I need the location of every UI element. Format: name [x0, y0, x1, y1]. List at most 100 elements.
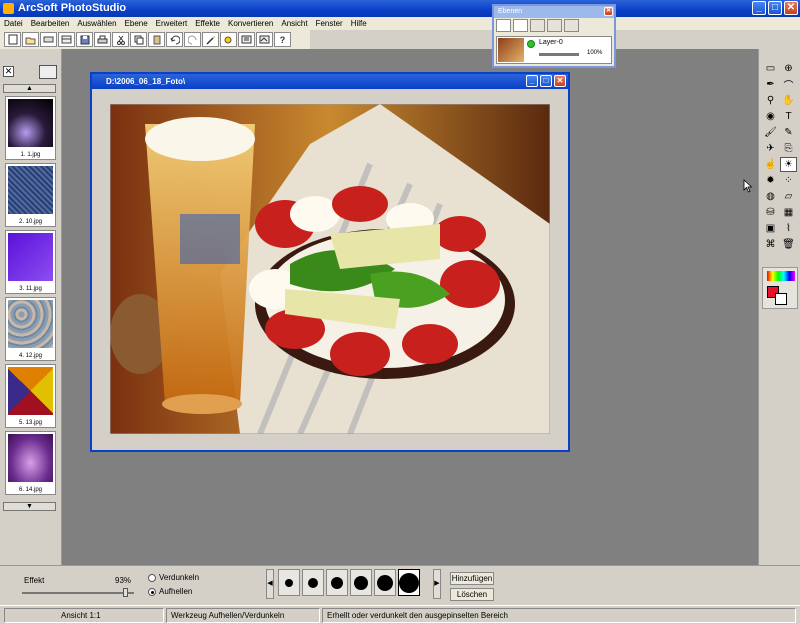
undo-icon[interactable] [166, 32, 183, 47]
brush-size-option[interactable] [278, 569, 300, 596]
dodge-icon[interactable]: ☀ [780, 157, 797, 172]
brush-dot [308, 577, 318, 588]
menu-ebene[interactable]: Ebene [121, 19, 152, 28]
menu-datei[interactable]: Datei [0, 19, 27, 28]
wand-icon[interactable] [202, 32, 219, 47]
thumbnail-item[interactable]: 4. 12.jpg [5, 297, 56, 361]
effect-slider-thumb[interactable] [123, 588, 129, 597]
open-icon[interactable] [22, 32, 39, 47]
add-button[interactable]: Hinzufügen [450, 572, 494, 585]
print-icon[interactable] [94, 32, 111, 47]
layer-props-icon[interactable] [547, 19, 562, 32]
monitor-icon[interactable] [39, 65, 57, 79]
close-button[interactable]: ✕ [784, 1, 798, 15]
layers-titlebar: Ebenen ✕ [494, 6, 614, 18]
save-icon[interactable] [76, 32, 93, 47]
doc-close-button[interactable]: ✕ [554, 75, 566, 87]
crosshair-icon[interactable]: ⊕ [780, 61, 797, 76]
menu-fenster[interactable]: Fenster [312, 19, 347, 28]
sponge-icon[interactable]: ◍ [762, 189, 779, 204]
warp-icon[interactable]: ⌘ [762, 237, 779, 252]
marquee-icon[interactable]: ▭ [762, 61, 779, 76]
resize-icon[interactable] [256, 32, 273, 47]
doc-minimize-button[interactable]: _ [526, 75, 538, 87]
cut-icon[interactable] [112, 32, 129, 47]
scan-icon[interactable] [40, 32, 57, 47]
hand-icon[interactable]: ✋ [780, 93, 797, 108]
brush-scroll-left[interactable]: ◀ [266, 569, 274, 599]
brush-size-option[interactable] [326, 569, 348, 596]
new-layer-icon[interactable] [496, 19, 511, 32]
radio-circle[interactable] [148, 573, 156, 582]
opacity-slider[interactable] [539, 53, 579, 56]
minimize-button[interactable]: _ [752, 1, 766, 15]
menu-erweitert[interactable]: Erweitert [152, 19, 192, 28]
thumbnail-item[interactable]: 3. 11.jpg [5, 230, 56, 294]
crop-icon[interactable] [238, 32, 255, 47]
brush-size-option[interactable] [302, 569, 324, 596]
burn-icon[interactable]: ✹ [762, 173, 779, 188]
menu-effekte[interactable]: Effekte [191, 19, 224, 28]
status-hint: Erhellt oder verdunkelt den ausgepinselt… [322, 608, 796, 623]
menu-auswaehlen[interactable]: Auswählen [73, 19, 120, 28]
layer-icon[interactable] [220, 32, 237, 47]
thumbnail-image [8, 300, 53, 348]
stamp-icon[interactable]: ▣ [762, 221, 779, 236]
brush-size-option[interactable] [398, 569, 420, 596]
acquire-icon[interactable] [58, 32, 75, 47]
layer-row[interactable]: Layer-0 100% [496, 36, 612, 64]
delete-layer-icon[interactable] [564, 19, 579, 32]
color-palette[interactable] [767, 271, 795, 281]
brush-dot [399, 572, 419, 593]
document-canvas[interactable] [109, 103, 551, 436]
album-scroll-down[interactable]: ▼ [3, 502, 56, 511]
clone-icon[interactable]: ⎘ [780, 141, 797, 156]
menu-bearbeiten[interactable]: Bearbeiten [27, 19, 74, 28]
layers-close-button[interactable]: ✕ [604, 7, 613, 16]
zoom-icon[interactable]: ⚲ [762, 93, 779, 108]
visibility-icon[interactable] [527, 40, 535, 48]
brush-size-option[interactable] [350, 569, 372, 596]
close-album-button[interactable]: ✕ [3, 66, 14, 77]
gradient-icon[interactable]: ▦ [780, 205, 797, 220]
album-scroll-up[interactable]: ▲ [3, 84, 56, 93]
delete-button[interactable]: Löschen [450, 588, 494, 601]
pen-icon[interactable]: ✒ [762, 77, 779, 92]
eye-icon[interactable]: ◉ [762, 109, 779, 124]
smudge-icon[interactable]: ☝ [762, 157, 779, 172]
thumbnail-item[interactable]: 5. 13.jpg [5, 364, 56, 428]
radio-darken[interactable]: Verdunkeln [148, 573, 199, 582]
brush-icon[interactable]: 🖌 [762, 125, 779, 140]
radio-circle-checked[interactable] [148, 587, 156, 596]
paste-icon[interactable] [148, 32, 165, 47]
new-file-icon[interactable] [4, 32, 21, 47]
brush-scroll-right[interactable]: ▶ [433, 569, 441, 599]
radio-lighten[interactable]: Aufhellen [148, 587, 192, 596]
bucket-icon[interactable]: ⛁ [762, 205, 779, 220]
thumbnail-item[interactable]: 1. 1.jpg [5, 96, 56, 160]
thumbnail-item[interactable]: 2. 10.jpg [5, 163, 56, 227]
thumbnail-item[interactable]: 6. 14.jpg [5, 431, 56, 495]
lasso-icon[interactable]: ⌒ [780, 77, 797, 92]
text-icon[interactable]: T [780, 109, 797, 124]
help-icon[interactable]: ? [274, 32, 291, 47]
merge-layer-icon[interactable] [530, 19, 545, 32]
menu-hilfe[interactable]: Hilfe [347, 19, 371, 28]
background-color[interactable] [775, 293, 787, 305]
duplicate-layer-icon[interactable] [513, 19, 528, 32]
redo-icon[interactable] [184, 32, 201, 47]
copy-icon[interactable] [130, 32, 147, 47]
trash-icon[interactable]: 🗑 [780, 237, 797, 252]
eraser-icon[interactable]: ▱ [780, 189, 797, 204]
eyedropper-icon[interactable]: ⌇ [780, 221, 797, 236]
menu-konvertieren[interactable]: Konvertieren [224, 19, 277, 28]
spray-icon[interactable]: ⁘ [780, 173, 797, 188]
brush-size-option[interactable] [374, 569, 396, 596]
menu-ansicht[interactable]: Ansicht [277, 19, 311, 28]
effect-slider[interactable] [22, 588, 134, 597]
pencil-icon[interactable]: ✎ [780, 125, 797, 140]
thumbnail-image [8, 233, 53, 281]
maximize-button[interactable]: □ [768, 1, 782, 15]
doc-maximize-button[interactable]: □ [540, 75, 552, 87]
airbrush-icon[interactable]: ✈ [762, 141, 779, 156]
